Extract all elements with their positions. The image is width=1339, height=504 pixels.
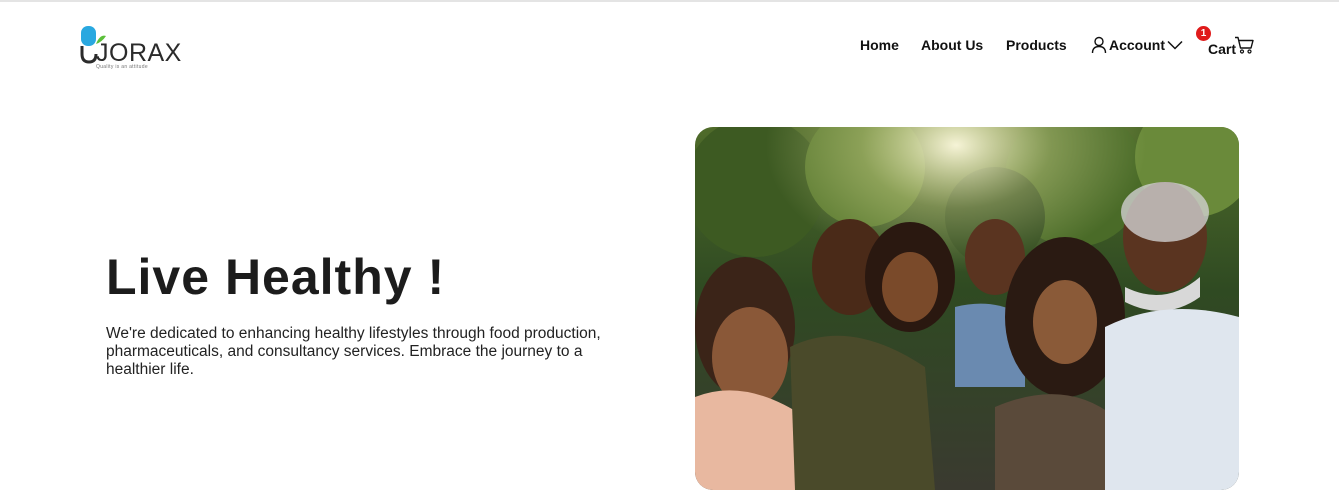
user-icon [1091,36,1107,54]
nav-about-us[interactable]: About Us [921,36,983,54]
brand-logo[interactable]: JORAX Quality is an attitude [78,24,181,72]
cart-count-badge: 1 [1196,26,1211,41]
chevron-down-icon [1167,40,1183,50]
hero-title: Live Healthy ! [106,249,446,305]
brand-tagline: Quality is an attitude [96,64,148,70]
nav-home[interactable]: Home [860,36,899,54]
nav-products[interactable]: Products [1006,36,1067,54]
nav-cart[interactable]: Cart [1208,40,1236,58]
cart-icon[interactable] [1234,36,1254,54]
hero-image [695,127,1239,490]
nav-account[interactable]: Account [1091,36,1183,54]
family-photo [695,127,1239,490]
top-border [0,0,1339,2]
hero-description: We're dedicated to enhancing healthy lif… [106,325,601,378]
nav-account-label: Account [1109,37,1165,53]
